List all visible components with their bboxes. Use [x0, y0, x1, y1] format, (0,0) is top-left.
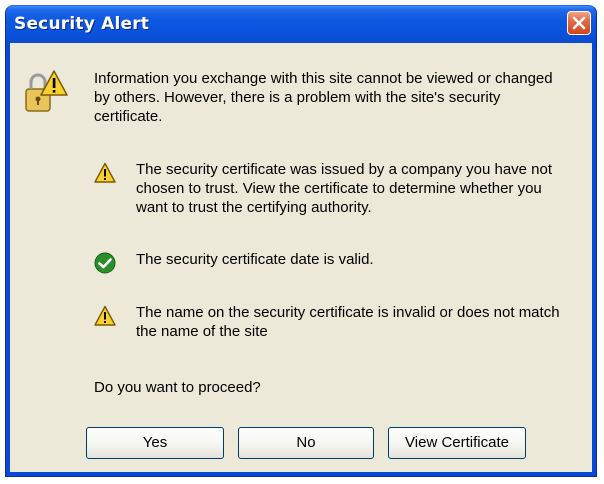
close-icon	[572, 16, 586, 30]
checkmark-icon	[94, 252, 116, 274]
intro-message: Information you exchange with this site …	[94, 70, 553, 125]
certificate-date-text: The security certificate date is valid.	[136, 251, 374, 268]
warning-icon	[94, 305, 116, 326]
yes-button[interactable]: Yes	[86, 427, 224, 459]
dialog-body: Information you exchange with this site …	[10, 43, 592, 472]
certificate-trust-text: The security certificate was issued by a…	[136, 161, 553, 216]
proceed-question: Do you want to proceed?	[94, 379, 261, 396]
security-alert-window: Security Alert Information you exchange …	[5, 5, 597, 477]
certificate-name-text: The name on the security certificate is …	[136, 304, 560, 340]
close-button[interactable]	[567, 11, 591, 35]
title-bar[interactable]: Security Alert	[6, 6, 596, 43]
view-certificate-button[interactable]: View Certificate	[388, 427, 526, 459]
security-lock-warning-icon	[25, 70, 68, 112]
window-title: Security Alert	[14, 14, 150, 34]
no-button[interactable]: No	[238, 427, 374, 459]
warning-icon	[94, 162, 116, 183]
